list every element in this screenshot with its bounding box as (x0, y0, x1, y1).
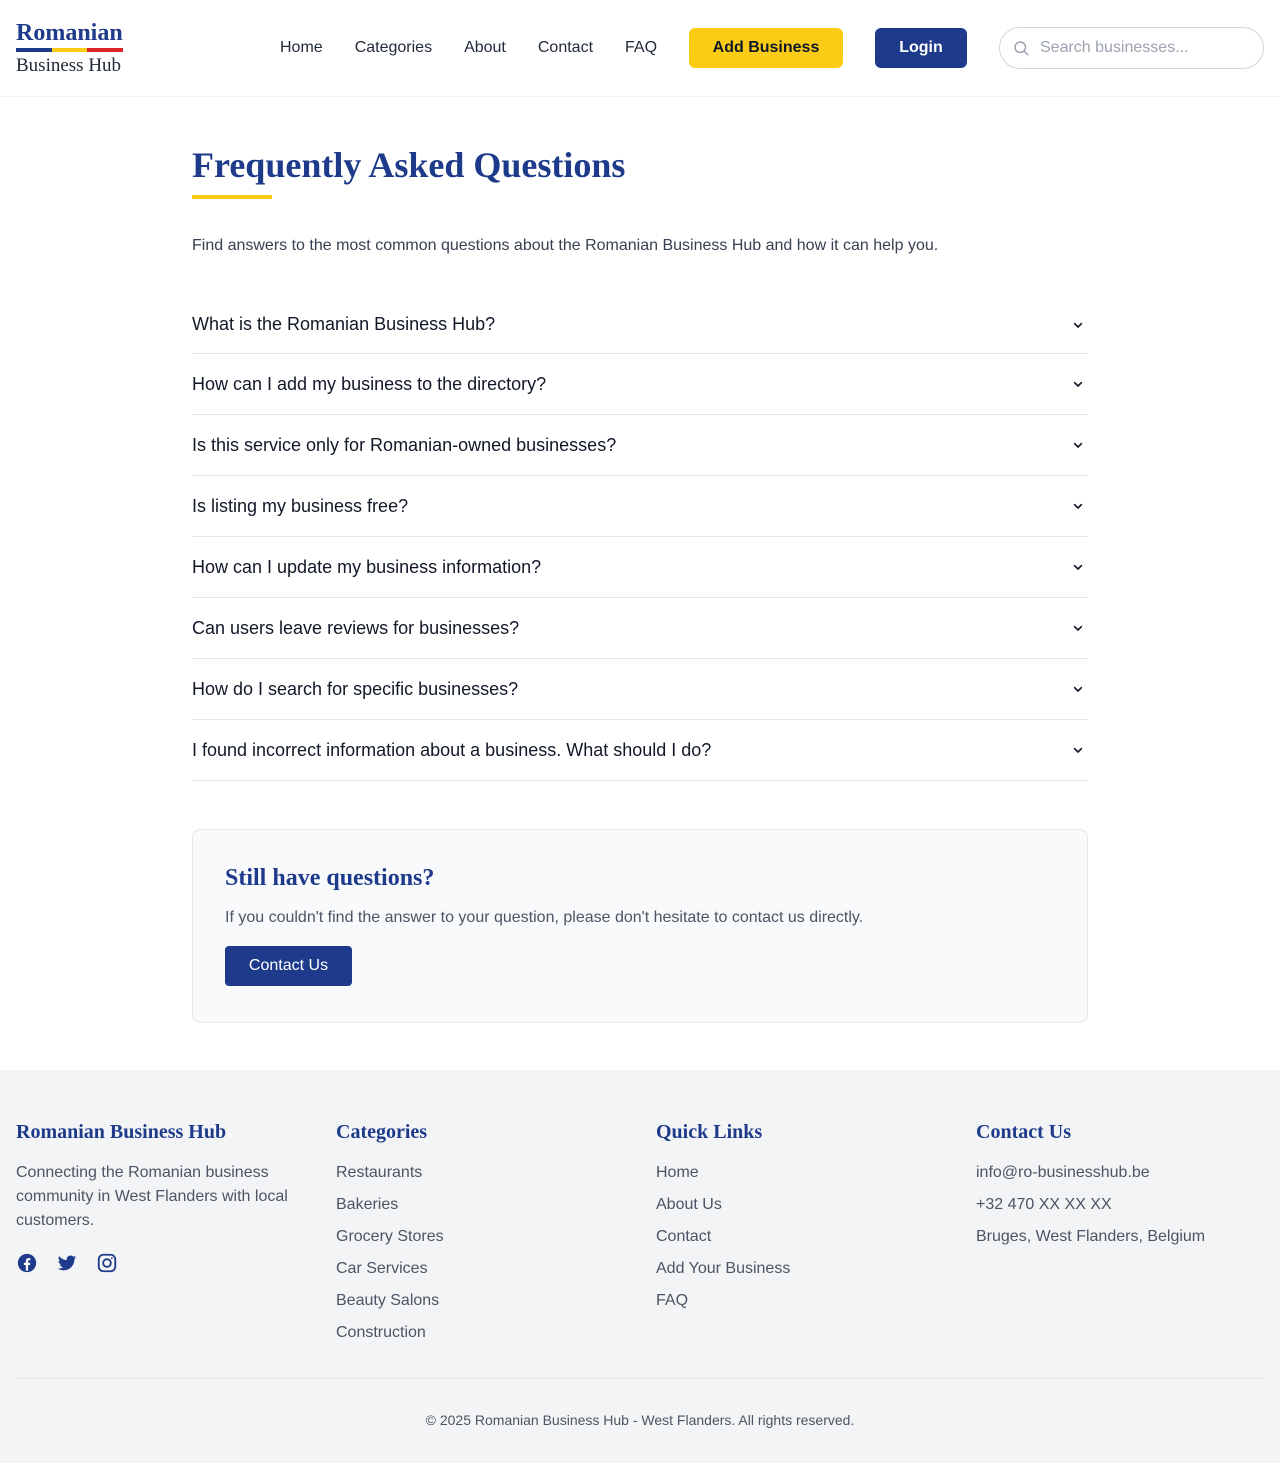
faq-item[interactable]: How can I update my business information… (192, 537, 1088, 598)
instagram-icon[interactable] (96, 1252, 118, 1274)
nav-about[interactable]: About (448, 28, 522, 68)
search-box (999, 27, 1264, 69)
faq-item[interactable]: I found incorrect information about a bu… (192, 720, 1088, 781)
footer-link-about-us[interactable]: About Us (656, 1193, 790, 1217)
faq-item[interactable]: How do I search for specific businesses? (192, 659, 1088, 720)
footer-contact-title: Contact Us (976, 1121, 1071, 1143)
faq-item[interactable]: How can I add my business to the directo… (192, 354, 1088, 415)
footer-divider (16, 1378, 1264, 1379)
nav-categories[interactable]: Categories (339, 28, 448, 68)
cta-title: Still have questions? (225, 865, 435, 891)
site-header: Romanian Business Hub Home Categories Ab… (0, 0, 1280, 97)
site-logo[interactable]: Romanian Business Hub (16, 19, 124, 77)
twitter-icon[interactable] (56, 1252, 78, 1274)
footer-link-contact[interactable]: Contact (656, 1225, 790, 1249)
chevron-down-icon (1073, 322, 1083, 328)
faq-item[interactable]: Is this service only for Romanian-owned … (192, 415, 1088, 476)
cta-text: If you couldn't find the answer to your … (225, 909, 864, 926)
contact-us-button[interactable]: Contact Us (225, 946, 352, 986)
chevron-down-icon (1073, 686, 1083, 692)
faq-question: Is this service only for Romanian-owned … (192, 434, 617, 455)
footer-quick-links: Quick Links Home About Us Contact Add Yo… (656, 1120, 790, 1321)
footer-link-add-business[interactable]: Add Your Business (656, 1257, 790, 1281)
footer-about-text: Connecting the Romanian business communi… (16, 1164, 288, 1229)
copyright-text: © 2025 Romanian Business Hub - West Flan… (425, 1412, 855, 1428)
faq-page: Frequently Asked Questions Find answers … (192, 97, 1088, 1023)
nav-faq[interactable]: FAQ (609, 28, 673, 68)
footer-email[interactable]: info@ro-businesshub.be (976, 1161, 1205, 1185)
add-business-button[interactable]: Add Business (689, 28, 843, 68)
facebook-icon[interactable] (16, 1252, 38, 1274)
footer-contact: Contact Us info@ro-businesshub.be +32 47… (976, 1120, 1205, 1257)
chevron-down-icon (1073, 503, 1083, 509)
chevron-down-icon (1073, 625, 1083, 631)
faq-question: How can I update my business information… (192, 556, 542, 577)
footer-phone[interactable]: +32 470 XX XX XX (976, 1193, 1205, 1217)
nav-contact[interactable]: Contact (522, 28, 609, 68)
footer-quick-links-title: Quick Links (656, 1121, 763, 1143)
faq-item[interactable]: Is listing my business free? (192, 476, 1088, 537)
search-input[interactable] (1040, 39, 1240, 57)
chevron-down-icon (1073, 381, 1083, 387)
faq-question: Can users leave reviews for businesses? (192, 617, 520, 638)
logo-title: Romanian (16, 20, 123, 46)
social-links (16, 1252, 306, 1274)
footer-link-beauty-salons[interactable]: Beauty Salons (336, 1289, 444, 1313)
logo-subtitle: Business Hub (16, 55, 122, 76)
faq-list: What is the Romanian Business Hub? How c… (192, 296, 1088, 781)
footer-link-faq[interactable]: FAQ (656, 1289, 790, 1313)
chevron-down-icon (1073, 747, 1083, 753)
faq-question: How do I search for specific businesses? (192, 678, 519, 699)
title-underline (192, 195, 272, 199)
footer-categories: Categories Restaurants Bakeries Grocery … (336, 1120, 444, 1353)
search-icon (1014, 41, 1029, 56)
faq-question: What is the Romanian Business Hub? (192, 314, 496, 334)
nav-home[interactable]: Home (264, 28, 339, 68)
footer-about-title: Romanian Business Hub (16, 1121, 227, 1143)
footer-link-home[interactable]: Home (656, 1161, 790, 1185)
faq-item[interactable]: What is the Romanian Business Hub? (192, 296, 1088, 354)
footer-about: Romanian Business Hub Connecting the Rom… (16, 1120, 306, 1274)
login-button[interactable]: Login (875, 28, 967, 68)
page-title: Frequently Asked Questions (192, 145, 626, 185)
footer-link-car-services[interactable]: Car Services (336, 1257, 444, 1281)
faq-question: Is listing my business free? (192, 495, 409, 516)
still-questions-card: Still have questions? If you couldn't fi… (192, 829, 1088, 1023)
footer-link-construction[interactable]: Construction (336, 1321, 444, 1345)
faq-item[interactable]: Can users leave reviews for businesses? (192, 598, 1088, 659)
intro-text: Find answers to the most common question… (192, 237, 939, 254)
footer-link-restaurants[interactable]: Restaurants (336, 1161, 444, 1185)
chevron-down-icon (1073, 442, 1083, 448)
footer-categories-title: Categories (336, 1121, 428, 1143)
main-nav: Home Categories About Contact FAQ (264, 28, 673, 68)
site-footer: Romanian Business Hub Connecting the Rom… (0, 1070, 1280, 1463)
faq-question: I found incorrect information about a bu… (192, 739, 712, 760)
faq-question: How can I add my business to the directo… (192, 373, 547, 394)
footer-address: Bruges, West Flanders, Belgium (976, 1228, 1206, 1245)
flag-stripe (16, 48, 124, 52)
footer-link-bakeries[interactable]: Bakeries (336, 1193, 444, 1217)
footer-link-grocery-stores[interactable]: Grocery Stores (336, 1225, 444, 1249)
chevron-down-icon (1073, 564, 1083, 570)
